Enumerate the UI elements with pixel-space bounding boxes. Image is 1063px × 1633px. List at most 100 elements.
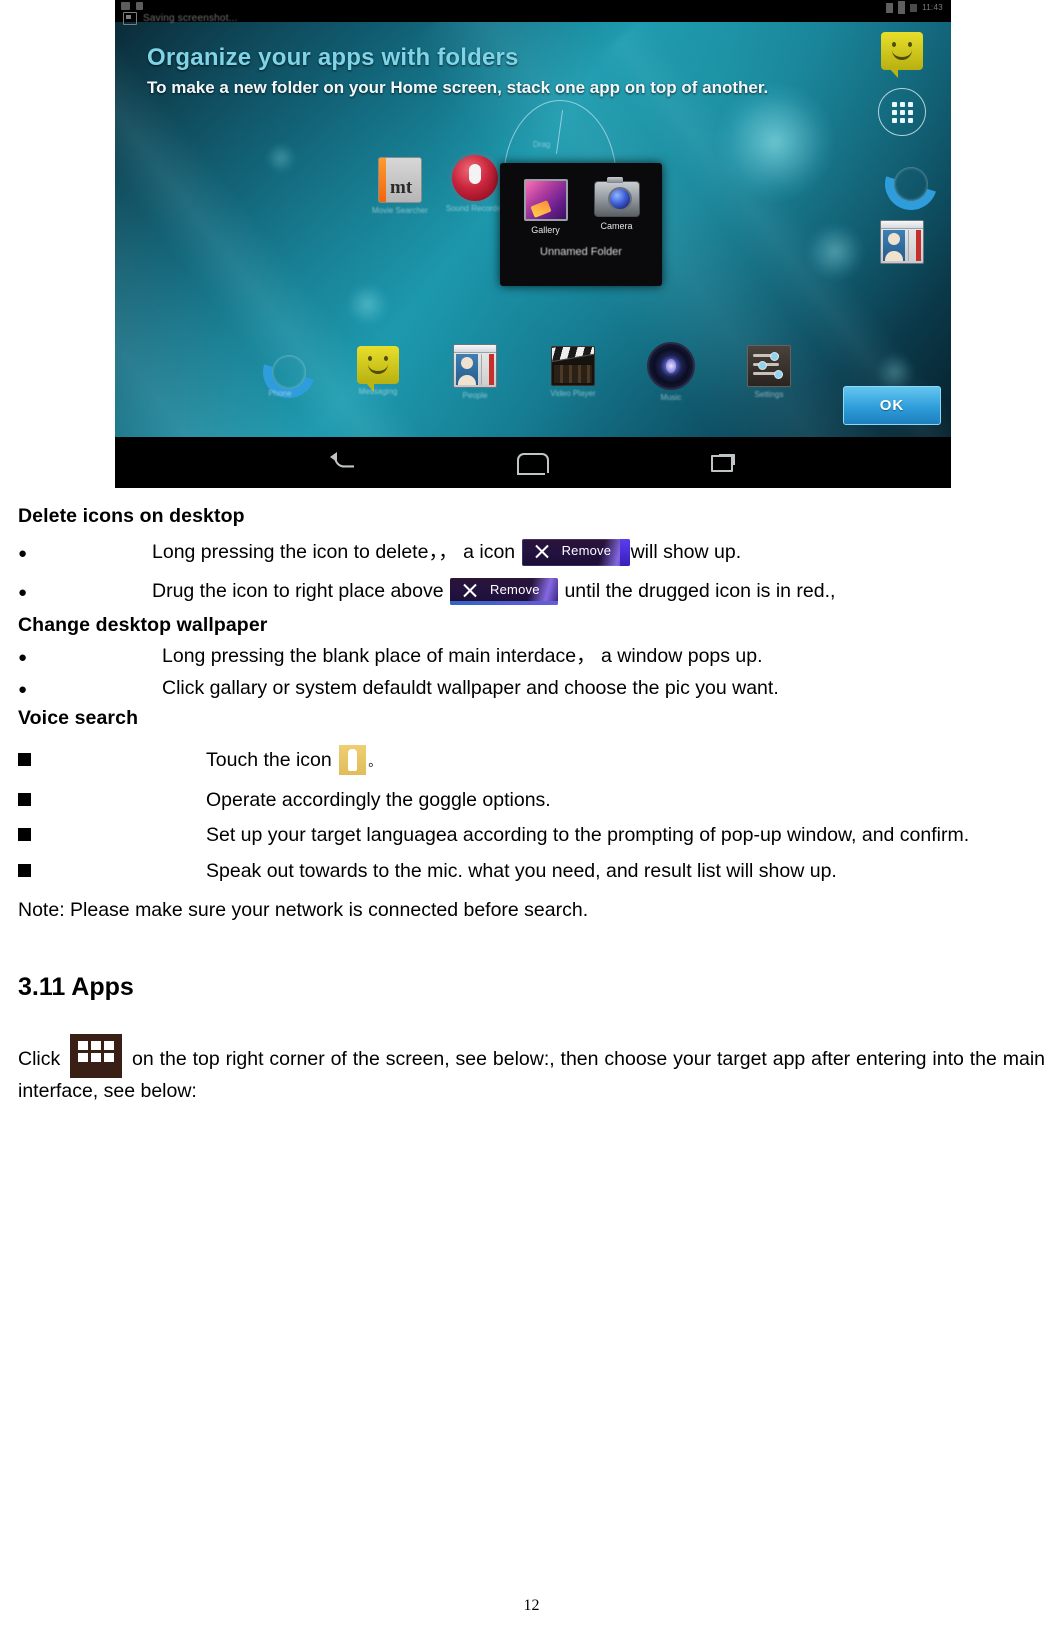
remove-badge-icon: Remove	[450, 577, 559, 605]
wallpaper-glow	[805, 222, 865, 282]
wifi-icon	[886, 2, 894, 13]
folder-app-label: Camera	[600, 221, 633, 231]
bullet-text-after: until the drugged icon is in red.,	[564, 579, 836, 602]
drag-lasso-label: Drag	[533, 140, 551, 149]
bullet-item-long-press-blank: ● Long pressing the blank place of main …	[18, 645, 1045, 667]
folder-app-list: Gallery Camera	[500, 163, 662, 235]
nav-back-button[interactable]	[303, 451, 383, 471]
page-number: 12	[523, 1597, 540, 1614]
home-icon-music[interactable]: Music	[636, 342, 706, 402]
status-bar-left-icons	[121, 2, 143, 10]
right-dock	[863, 30, 941, 274]
phone-icon	[879, 156, 925, 198]
document-page: 11:43 Saving screenshot... Organize your…	[0, 0, 1063, 1633]
apps-grid-icon	[70, 1033, 123, 1078]
home-icon-phone[interactable]: Phone	[245, 344, 315, 398]
gallery-icon	[523, 179, 568, 221]
bullet-text: Speak out towards to the mic. what you n…	[206, 859, 837, 882]
status-bar-right-icons: 11:43	[886, 1, 943, 14]
remove-badge-label: Remove	[490, 581, 540, 597]
folder-app-gallery[interactable]: Gallery	[515, 179, 577, 235]
document-body: Delete icons on desktop ● Long pressing …	[18, 488, 1045, 1105]
nav-home-button[interactable]	[493, 452, 573, 475]
home-icon-label: Phone	[268, 389, 292, 398]
bullet-text: Long pressing the blank place of main in…	[162, 645, 763, 667]
remove-badge-icon: Remove	[521, 538, 630, 566]
dock-item-all-apps[interactable]	[863, 88, 941, 136]
bullet-text-after: will show up.	[630, 540, 742, 563]
tip-title: Organize your apps with folders	[147, 44, 519, 71]
apps-paragraph-before: Click	[18, 1047, 61, 1070]
home-icon-video-player[interactable]: Video Player	[538, 344, 608, 398]
dock-item-phone[interactable]	[863, 156, 941, 198]
android-navigation-bar	[115, 437, 951, 488]
home-icon-label: People	[462, 391, 488, 400]
bullet-item-touch-mic: Touch the icon 。	[18, 744, 1045, 775]
bullet-text-before: Long pressing the icon to delete，， a ico…	[152, 540, 516, 563]
home-icon	[517, 452, 549, 475]
bullet-marker-square	[18, 828, 31, 841]
apps-grid-icon	[878, 88, 926, 136]
ok-button[interactable]: OK	[843, 386, 941, 425]
dock-item-people[interactable]	[863, 220, 941, 264]
bullet-text: Set up your target languagea according t…	[206, 824, 970, 846]
dock-item-messaging[interactable]	[863, 30, 941, 78]
section-heading-apps: 3.11 Apps	[18, 972, 134, 1001]
bullet-text-before: Drug the icon to right place above	[152, 579, 444, 602]
bullet-marker: ●	[18, 649, 28, 666]
notification-row: Saving screenshot...	[123, 12, 238, 25]
bullet-text: Operate accordingly the goggle options.	[206, 788, 551, 811]
wallpaper-glow	[715, 82, 835, 202]
close-icon	[534, 543, 551, 560]
remove-badge-label: Remove	[561, 542, 612, 558]
bullet-marker: ●	[18, 680, 28, 698]
tip-subtitle: To make a new folder on your Home screen…	[147, 78, 769, 97]
home-icon-label: Video Player	[550, 389, 596, 398]
bullet-marker: ●	[18, 544, 28, 562]
tablet-screenshot-figure: 11:43 Saving screenshot... Organize your…	[115, 0, 951, 488]
bullet-marker-square	[18, 792, 31, 806]
tablet-screen: 11:43 Saving screenshot... Organize your…	[115, 0, 951, 488]
bullet-marker: ●	[18, 583, 28, 601]
home-screen-wallpaper: Organize your apps with folders To make …	[115, 22, 951, 437]
apps-paragraph: Click on the top right corner of the scr…	[18, 1033, 1045, 1106]
home-icon-people[interactable]: People	[440, 344, 510, 400]
bullet-item-long-press-delete: ● Long pressing the icon to delete，， a i…	[18, 538, 1045, 566]
bullet-text-after: 。	[368, 753, 382, 769]
home-icon-label: Movie Searcher	[371, 206, 429, 215]
people-icon	[453, 344, 497, 388]
wallpaper-glow	[265, 142, 297, 174]
bullet-item-speak-mic: Speak out towards to the mic. what you n…	[18, 859, 1045, 882]
people-icon	[880, 220, 924, 264]
folder-preview-popup[interactable]: Gallery Camera Unnamed Folder	[500, 163, 662, 286]
folder-app-camera[interactable]: Camera	[586, 177, 648, 235]
music-icon	[647, 342, 695, 390]
android-status-bar: 11:43	[115, 0, 951, 22]
mic-icon	[339, 744, 367, 775]
bullet-text: Click gallary or system defauldt wallpap…	[162, 676, 779, 699]
bullet-item-click-gallery: ● Click gallary or system defauldt wallp…	[18, 676, 1045, 699]
home-icon-messaging[interactable]: Messaging	[343, 344, 413, 396]
battery-icon	[910, 3, 918, 12]
home-icon-settings[interactable]: Settings	[734, 344, 804, 399]
heading-delete-icons: Delete icons on desktop	[18, 505, 245, 527]
bullet-item-set-language: Set up your target languagea according t…	[18, 824, 1045, 846]
home-icon-movie-searcher[interactable]: mt Movie Searcher	[365, 157, 435, 215]
bullet-text-before: Touch the icon	[206, 748, 332, 771]
heading-change-wallpaper: Change desktop wallpaper	[18, 613, 268, 636]
mt-app-icon: mt	[378, 157, 422, 203]
messaging-icon	[357, 346, 399, 392]
screenshot-saving-icon	[123, 12, 137, 25]
recent-apps-icon	[711, 453, 735, 472]
close-icon	[462, 582, 479, 599]
note-text: Note: Please make sure your network is c…	[18, 899, 589, 921]
status-bar-clock: 11:43	[922, 3, 943, 12]
sound-recorder-icon	[452, 155, 498, 201]
nav-recent-apps-button[interactable]	[683, 453, 763, 472]
folder-name-label[interactable]: Unnamed Folder	[500, 246, 662, 258]
home-icon-label: Settings	[754, 390, 784, 399]
screenshot-icon	[121, 2, 130, 10]
apps-paragraph-after: on the top right corner of the screen, s…	[18, 1047, 1045, 1102]
wallpaper-glow	[345, 282, 390, 327]
folder-app-label: Gallery	[531, 225, 560, 235]
